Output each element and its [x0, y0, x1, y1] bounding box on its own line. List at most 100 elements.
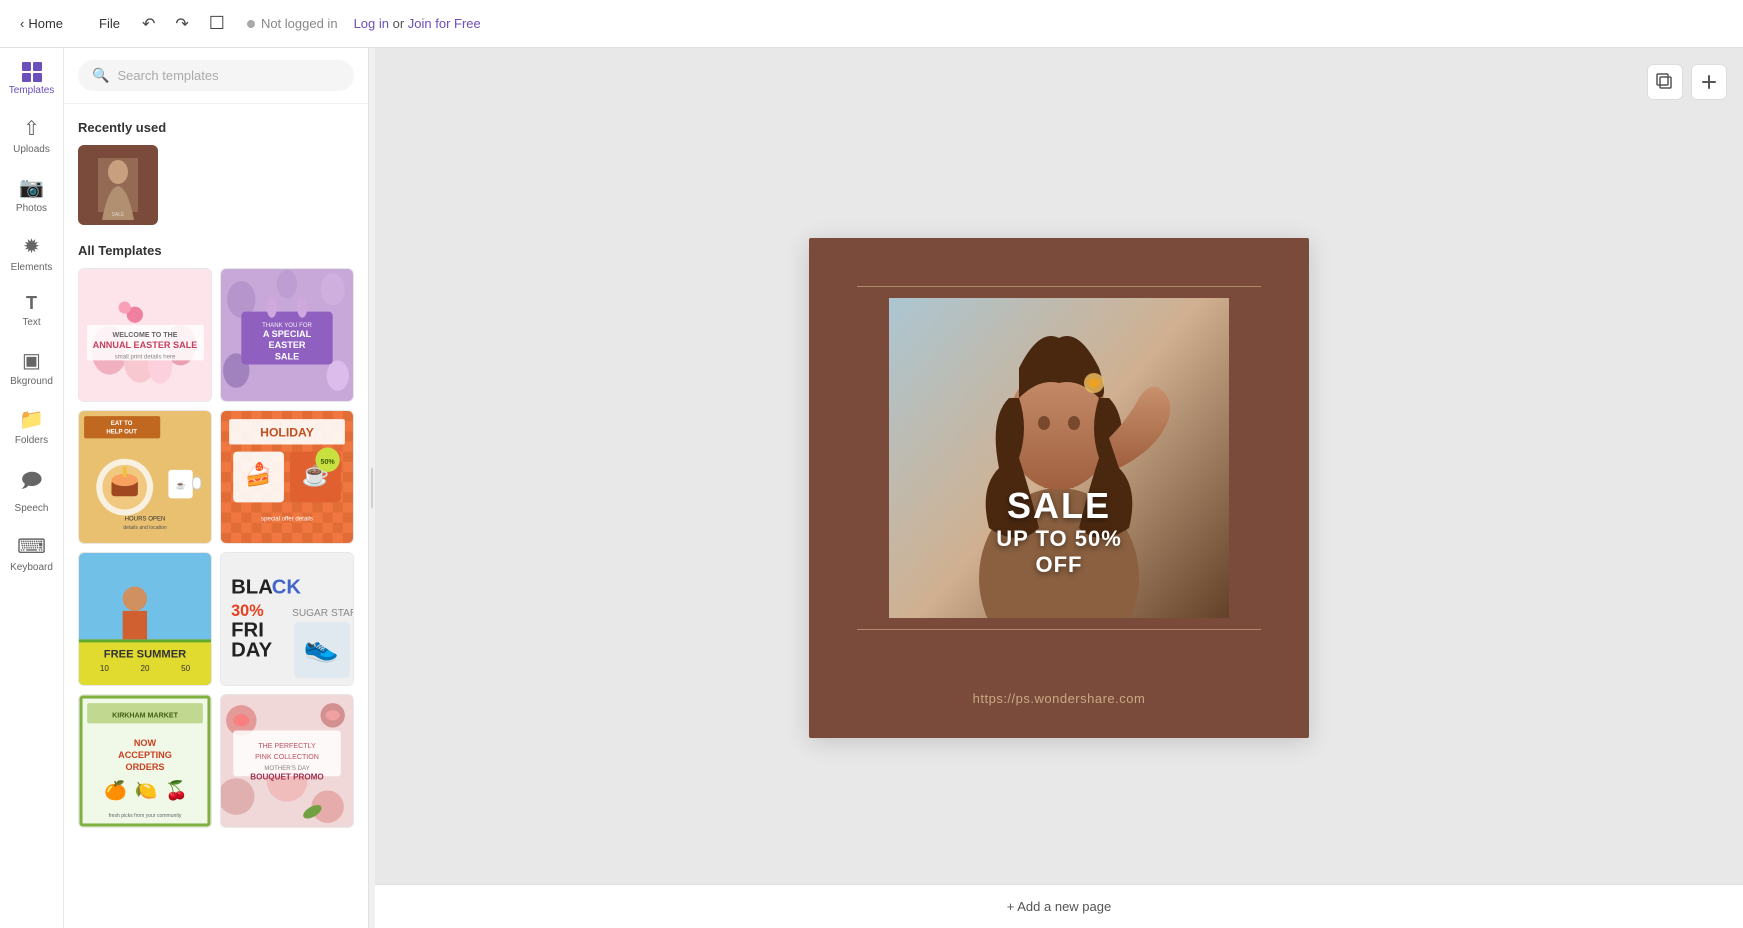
svg-text:10: 10: [100, 664, 110, 673]
keyboard-icon: ⌨: [17, 534, 46, 559]
svg-text:🍊: 🍊: [104, 780, 128, 801]
upload-icon: ⇧: [23, 116, 40, 141]
bkground-rail-label: Bkground: [10, 376, 53, 387]
templates-panel: 🔍 Recently used: [64, 48, 369, 928]
login-link[interactable]: Log in: [354, 16, 389, 31]
canvas-card: 2021 Spring Clothes 2021 Spring Clothes: [809, 238, 1309, 738]
template-card-market[interactable]: KIRKHAM MARKET NOW ACCEPTING ORDERS 🍊 🍋 …: [78, 694, 212, 828]
svg-text:EAT TO: EAT TO: [111, 420, 133, 427]
svg-text:EASTER: EASTER: [268, 340, 305, 350]
svg-text:THANK YOU FOR: THANK YOU FOR: [262, 322, 312, 329]
plus-icon: [1700, 73, 1718, 91]
recent-thumb[interactable]: SALE: [78, 145, 158, 225]
sidebar-item-folders[interactable]: 📁 Folders: [0, 397, 63, 456]
grid-icon: [22, 62, 42, 82]
chevron-left-icon: ‹: [20, 16, 24, 31]
sidebar-item-keyboard[interactable]: ⌨ Keyboard: [0, 524, 63, 583]
svg-text:small print details here: small print details here: [115, 353, 176, 360]
deco-line-bottom: [857, 629, 1261, 630]
template-thumb-blackfriday: BLA CK 30% SUGAR STAR FRI DAY 👟: [221, 553, 353, 685]
login-area: Log in or Join for Free: [354, 16, 481, 31]
sidebar-item-uploads[interactable]: ⇧ Uploads: [0, 106, 63, 165]
svg-text:🍒: 🍒: [165, 780, 188, 802]
template-thumb-mothers: THE PERFECTLY PINK COLLECTION MOTHER'S D…: [221, 695, 353, 827]
template-thumb-eatout: EAT TO HELP OUT ☕ HOU: [79, 411, 211, 543]
svg-text:🍋: 🍋: [135, 780, 158, 801]
add-page-bar[interactable]: + Add a new page: [375, 884, 1743, 928]
svg-text:50%: 50%: [321, 458, 336, 466]
template-card-blackfriday[interactable]: BLA CK 30% SUGAR STAR FRI DAY 👟: [220, 552, 354, 686]
not-logged-in-label: Not logged in: [261, 16, 338, 31]
template-card-summer[interactable]: FREE SUMMER 10 20 50: [78, 552, 212, 686]
search-icon: 🔍: [92, 67, 109, 84]
or-label: or: [393, 16, 405, 31]
sale-overlay: SALE UP TO 50% OFF: [974, 486, 1144, 578]
duplicate-page-button[interactable]: [1647, 64, 1683, 100]
speech-icon: 🗩: [20, 466, 42, 500]
svg-text:ACCEPTING: ACCEPTING: [118, 750, 172, 760]
keyboard-rail-label: Keyboard: [10, 562, 53, 573]
svg-text:SUGAR STAR: SUGAR STAR: [292, 608, 353, 619]
svg-text:THE PERFECTLY: THE PERFECTLY: [258, 742, 316, 750]
sidebar-item-elements[interactable]: ✹ Elements: [0, 224, 63, 283]
deco-line-top: [857, 286, 1261, 287]
join-link[interactable]: Join for Free: [408, 16, 481, 31]
photo-frame: SALE UP TO 50% OFF: [889, 298, 1229, 618]
search-input-wrap[interactable]: 🔍: [78, 60, 354, 91]
svg-text:WELCOME TO THE: WELCOME TO THE: [113, 331, 178, 339]
photo-icon: 📷: [19, 175, 44, 200]
recently-used-title: Recently used: [78, 120, 354, 135]
svg-text:HOLIDAY: HOLIDAY: [260, 425, 314, 439]
uploads-rail-label: Uploads: [13, 144, 50, 155]
main-layout: Templates ⇧ Uploads 📷 Photos ✹ Elements …: [0, 48, 1743, 928]
svg-text:PINK COLLECTION: PINK COLLECTION: [255, 753, 319, 761]
folders-rail-label: Folders: [15, 435, 48, 446]
svg-text:ORDERS: ORDERS: [125, 762, 164, 772]
recent-thumb-inner: SALE: [78, 145, 158, 225]
sidebar-item-templates[interactable]: Templates: [0, 52, 63, 106]
panel-scroll: Recently used SALE: [64, 104, 368, 928]
folder-icon: 📁: [19, 407, 44, 432]
copy-icon: [1656, 73, 1674, 91]
template-thumb-summer: FREE SUMMER 10 20 50: [79, 553, 211, 685]
file-menu[interactable]: File: [91, 12, 128, 35]
sidebar-item-speech[interactable]: 🗩 Speech: [0, 456, 63, 524]
sidebar-item-text[interactable]: T Text: [0, 283, 63, 338]
template-card-eatout[interactable]: EAT TO HELP OUT ☕ HOU: [78, 410, 212, 544]
svg-text:HELP OUT: HELP OUT: [106, 428, 137, 435]
redo-button[interactable]: ↷: [169, 10, 194, 38]
template-grid: WELCOME TO THE ANNUAL EASTER SALE small …: [78, 268, 354, 828]
canvas-url: https://ps.wondershare.com: [809, 691, 1309, 706]
template-thumb-easter1: WELCOME TO THE ANNUAL EASTER SALE small …: [79, 269, 211, 401]
svg-text:50: 50: [181, 664, 191, 673]
search-input[interactable]: [117, 68, 340, 83]
all-templates-title: All Templates: [78, 243, 354, 258]
undo-button[interactable]: ↶: [136, 10, 161, 38]
template-thumb-easter2: THANK YOU FOR A SPECIAL EASTER SALE: [221, 269, 353, 401]
sidebar-item-photos[interactable]: 📷 Photos: [0, 165, 63, 224]
template-card-holiday[interactable]: HOLIDAY 🍰 ☕ 50% special offer details: [220, 410, 354, 544]
templates-rail-label: Templates: [9, 85, 55, 96]
text-rail-label: Text: [22, 317, 40, 328]
svg-text:SALE: SALE: [112, 212, 125, 218]
svg-text:KIRKHAM MARKET: KIRKHAM MARKET: [112, 711, 178, 719]
home-button[interactable]: ‹ Home: [12, 12, 71, 35]
template-thumb-holiday: HOLIDAY 🍰 ☕ 50% special offer details: [221, 411, 353, 543]
speech-rail-label: Speech: [15, 503, 49, 514]
template-card-mothers[interactable]: THE PERFECTLY PINK COLLECTION MOTHER'S D…: [220, 694, 354, 828]
svg-text:20: 20: [140, 664, 150, 673]
template-card-easter1[interactable]: WELCOME TO THE ANNUAL EASTER SALE small …: [78, 268, 212, 402]
sale-title: SALE: [974, 486, 1144, 526]
clipboard-button[interactable]: ☐: [203, 9, 231, 38]
svg-text:MOTHER'S DAY: MOTHER'S DAY: [264, 765, 309, 772]
topbar: ‹ Home File ↶ ↷ ☐ Not logged in Log in o…: [0, 0, 1743, 48]
recent-thumb-preview: SALE: [88, 150, 148, 220]
svg-text:SALE: SALE: [275, 351, 299, 361]
photos-rail-label: Photos: [16, 203, 47, 214]
template-card-easter2[interactable]: THANK YOU FOR A SPECIAL EASTER SALE: [220, 268, 354, 402]
svg-text:🍰: 🍰: [245, 461, 273, 487]
sidebar-item-bkground[interactable]: ▣ Bkground: [0, 338, 63, 397]
add-page-label: + Add a new page: [1007, 899, 1111, 914]
add-page-button[interactable]: [1691, 64, 1727, 100]
icon-rail: Templates ⇧ Uploads 📷 Photos ✹ Elements …: [0, 48, 64, 928]
